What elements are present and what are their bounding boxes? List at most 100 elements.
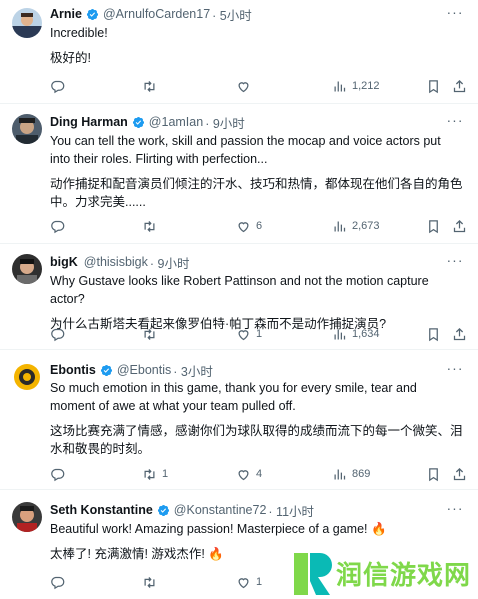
share-button[interactable] (452, 326, 467, 342)
retweet-button[interactable] (142, 78, 162, 94)
reply-icon (51, 328, 65, 341)
like-count: 1 (256, 576, 263, 588)
like-button[interactable]: 6 (236, 218, 262, 234)
watermark-logo-icon: R (294, 552, 332, 595)
avatar[interactable] (12, 8, 42, 38)
views-button[interactable]: 2,673 (332, 218, 380, 234)
tweet[interactable]: Ebontis @Ebontis · 3小时 ··· So much emoti… (0, 350, 478, 490)
timestamp[interactable]: · 5小时 (212, 5, 252, 24)
retweet-icon (144, 328, 155, 340)
reply-button[interactable] (50, 466, 70, 482)
reply-icon (51, 576, 65, 589)
like-count: 4 (256, 468, 263, 480)
retweet-button[interactable] (142, 326, 162, 342)
share-button[interactable] (452, 218, 467, 234)
retweet-count: 1 (162, 468, 169, 480)
reply-icon (51, 80, 65, 93)
like-button[interactable]: 1 (236, 574, 262, 590)
views-button[interactable]: 1,212 (332, 78, 380, 94)
tweet[interactable]: Ding Harman @1amIan · 9小时 ··· You can te… (0, 104, 478, 244)
reply-icon (51, 220, 65, 233)
retweet-icon (144, 220, 155, 232)
like-icon (238, 81, 249, 92)
share-icon (453, 219, 466, 232)
author-name[interactable]: Seth Konstantine (50, 503, 153, 517)
views-button[interactable]: 1,634 (332, 326, 380, 342)
author-handle[interactable]: @ArnulfoCarden17 (103, 7, 210, 21)
author-name[interactable]: Arnie (50, 7, 82, 21)
retweet-button[interactable]: 1 (142, 466, 168, 482)
like-icon (238, 221, 249, 232)
timestamp[interactable]: · 9小时 (205, 113, 245, 132)
like-icon (238, 469, 249, 480)
bookmark-button[interactable] (426, 218, 441, 234)
retweet-icon (144, 576, 155, 588)
bookmark-button[interactable] (426, 466, 441, 482)
views-icon (334, 329, 346, 339)
more-options-icon[interactable]: ··· (446, 253, 464, 270)
tweet-text-translation: 这场比赛充满了情感，感谢你们为球队取得的成绩而流下的每一个微笑、泪水和敬畏的时刻… (50, 424, 463, 456)
verified-badge-icon (157, 504, 169, 516)
view-count: 1,634 (352, 328, 380, 340)
share-icon (453, 79, 466, 92)
bookmark-button[interactable] (426, 326, 441, 342)
tweet-text: Beautiful work! Amazing passion! Masterp… (50, 522, 387, 536)
more-options-icon[interactable]: ··· (446, 501, 464, 518)
tweet[interactable]: Arnie @ArnulfoCarden17 · 5小时 ··· Incredi… (0, 0, 478, 104)
share-button[interactable] (452, 78, 467, 94)
view-count: 2,673 (352, 220, 380, 232)
reply-button[interactable] (50, 326, 70, 342)
share-icon (453, 467, 466, 480)
share-button[interactable] (452, 466, 467, 482)
tweet[interactable]: bigK @thisisbigk · 9小时 ··· Why Gustave l… (0, 244, 478, 350)
like-count: 1 (256, 328, 263, 340)
views-button[interactable]: 869 (332, 466, 370, 482)
views-icon (334, 469, 346, 479)
like-icon (238, 577, 249, 588)
timestamp[interactable]: · 11小时 (268, 501, 314, 520)
timestamp[interactable]: · 3小时 (173, 361, 213, 380)
bookmark-icon (429, 219, 438, 233)
like-count: 6 (256, 220, 263, 232)
avatar[interactable] (12, 362, 42, 392)
retweet-icon (144, 80, 155, 92)
timestamp[interactable]: · 9小时 (150, 253, 190, 272)
like-button[interactable]: 1 (236, 326, 262, 342)
author-handle[interactable]: @Konstantine72 (174, 503, 267, 517)
verified-badge-icon (100, 364, 112, 376)
verified-badge-icon (132, 116, 144, 128)
bookmark-icon (429, 467, 438, 481)
avatar[interactable] (12, 502, 42, 532)
like-icon (238, 329, 249, 340)
more-options-icon[interactable]: ··· (446, 5, 464, 22)
retweet-icon (144, 468, 155, 480)
author-handle[interactable]: @Ebontis (117, 363, 171, 377)
reply-button[interactable] (50, 78, 70, 94)
avatar[interactable] (12, 114, 42, 144)
view-count: 869 (352, 468, 371, 480)
reply-icon (51, 468, 65, 481)
like-button[interactable]: 4 (236, 466, 262, 482)
views-icon (334, 221, 346, 231)
reply-button[interactable] (50, 574, 70, 590)
retweet-button[interactable] (142, 574, 162, 590)
more-options-icon[interactable]: ··· (446, 361, 464, 378)
author-handle[interactable]: @thisisbigk (84, 255, 148, 269)
author-handle[interactable]: @1amIan (149, 115, 203, 129)
like-button[interactable] (236, 78, 256, 94)
author-name[interactable]: Ding Harman (50, 115, 128, 129)
author-name[interactable]: bigK (50, 255, 78, 269)
watermark-text: 润信游戏网 (336, 561, 472, 591)
views-icon (334, 81, 346, 91)
more-options-icon[interactable]: ··· (446, 113, 464, 130)
tweet-text-translation: 动作捕捉和配音演员们倾注的汗水、技巧和热情，都体现在他们各自的角色中。力求完美.… (50, 177, 463, 209)
tweet-text-translation: 极好的! (50, 51, 91, 65)
tweet-text: You can tell the work, skill and passion… (50, 134, 441, 166)
author-name[interactable]: Ebontis (50, 363, 96, 377)
retweet-button[interactable] (142, 218, 162, 234)
bookmark-icon (429, 79, 438, 93)
bookmark-button[interactable] (426, 78, 441, 94)
reply-button[interactable] (50, 218, 70, 234)
tweet-text: Why Gustave looks like Robert Pattinson … (50, 274, 429, 306)
avatar[interactable] (12, 254, 42, 284)
